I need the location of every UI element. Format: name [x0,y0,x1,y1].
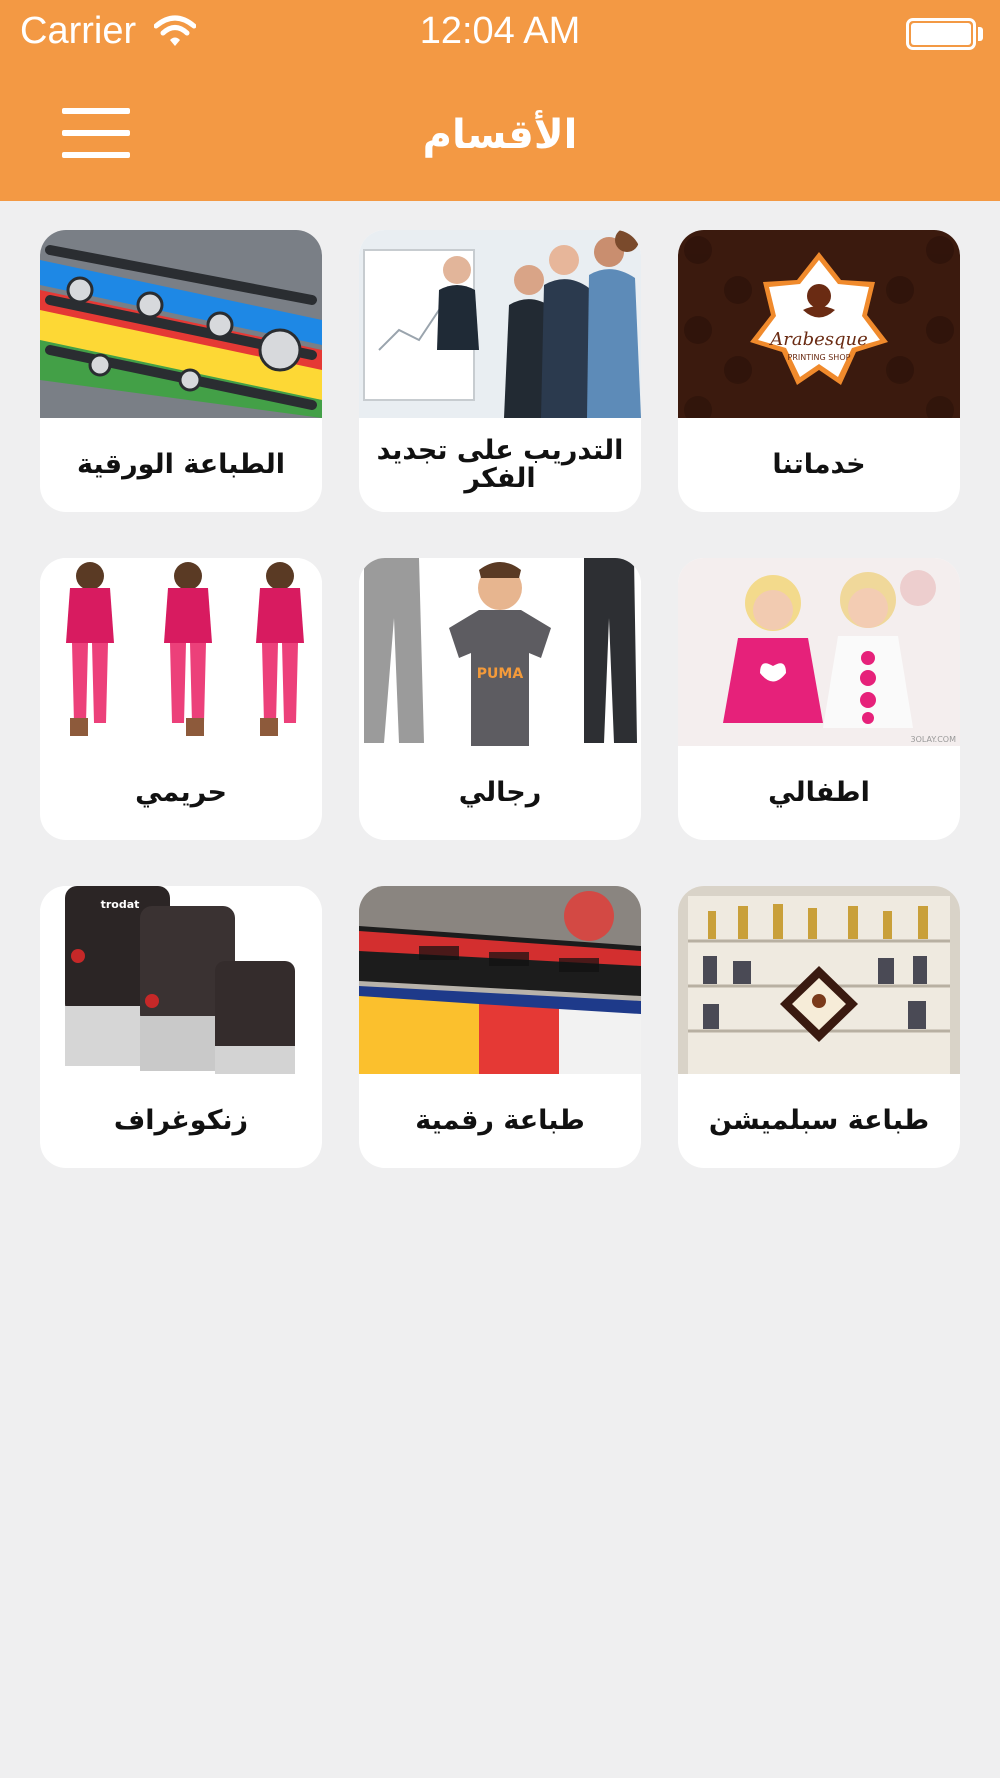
category-label: خدماتنا [772,448,866,480]
category-label: حريمي [135,776,227,808]
category-card-paper-printing[interactable]: الطباعة الورقية [40,230,322,512]
category-grid: Arabesque PRINTING SHOP خدماتنا التدريب … [0,201,1000,1201]
category-card-digital-printing[interactable]: طباعة رقمية [359,886,641,1168]
category-label: طباعة سبلميشن [708,1104,930,1136]
category-label: اطفالي [768,776,870,808]
page-title: الأقسام [422,112,578,158]
logo-wordmark: Arabesque [768,329,868,350]
womens-outfits-image [40,558,322,746]
category-label: رجالي [458,776,542,808]
digital-printer-image [359,886,641,1074]
battery-icon [906,18,976,50]
app-header: Carrier 12:04 AM الأقسام [0,0,1000,201]
battery-tip [978,27,983,41]
kids-dresses-image: 3OLAY.COM [678,558,960,746]
category-card-training[interactable]: التدريب على تجديد الفكر [359,230,641,512]
logo-subtitle: PRINTING SHOP [788,353,851,362]
mens-clothes-image: PUMA [359,558,641,746]
training-presentation-image [359,230,641,418]
printing-press-image [40,230,322,418]
category-card-our-services[interactable]: Arabesque PRINTING SHOP خدماتنا [678,230,960,512]
category-card-sublimation[interactable]: طباعة سبلميشن [678,886,960,1168]
status-time: 12:04 AM [419,10,581,52]
brand-mark: trodat [101,898,140,911]
arabesque-logo-image: Arabesque PRINTING SHOP [678,230,960,418]
category-card-kids[interactable]: 3OLAY.COM اطفالي [678,558,960,840]
category-label: الطباعة الورقية [77,448,286,480]
category-card-men[interactable]: PUMA رجالي [359,558,641,840]
category-card-women[interactable]: حريمي [40,558,322,840]
category-label: طباعة رقمية [415,1104,585,1136]
sublimation-shelf-image [678,886,960,1074]
brand-mark: PUMA [477,666,524,682]
status-bar: Carrier 12:04 AM [0,0,1000,66]
image-watermark: 3OLAY.COM [911,735,957,744]
category-card-zincograph[interactable]: trodat زنكوغراف [40,886,322,1168]
category-label: زنكوغراف [113,1104,249,1136]
rubber-stamps-image: trodat [40,886,322,1074]
category-label: التدريب على تجديد الفكر [376,434,624,494]
